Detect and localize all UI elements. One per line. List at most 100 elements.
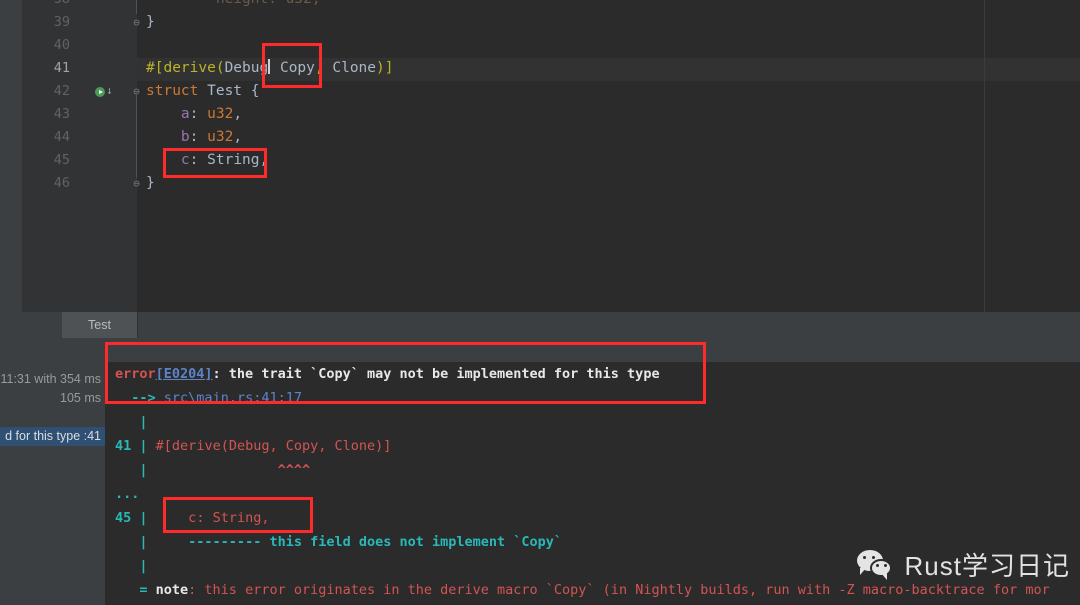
code-token: , bbox=[314, 60, 324, 76]
console-line: | --------- this field does not implemen… bbox=[115, 530, 562, 554]
code-token: } bbox=[146, 175, 155, 191]
console-line: ... bbox=[115, 482, 139, 506]
console-token: ... bbox=[115, 486, 140, 502]
line-number: 42 bbox=[53, 83, 70, 99]
code-line[interactable]: #[derive(Debug Copy, Clone)] bbox=[146, 57, 393, 80]
console-token bbox=[115, 462, 139, 478]
console-token: 45 bbox=[115, 510, 132, 526]
console-token: | bbox=[139, 534, 148, 550]
watermark-label: Rust学习日记 bbox=[904, 551, 1070, 581]
build-tree-item-selected[interactable]: d for this type :41 bbox=[0, 427, 105, 446]
console-line: | ^^^^ bbox=[115, 458, 310, 482]
watermark: Rust学习日记 bbox=[856, 546, 1070, 583]
code-line[interactable]: b: u32, bbox=[146, 126, 242, 149]
console-token bbox=[115, 414, 139, 430]
console-line: error[E0204]: the trait `Copy` may not b… bbox=[115, 362, 660, 386]
code-line[interactable]: a: u32, bbox=[146, 103, 242, 126]
console-token: --> bbox=[131, 390, 156, 406]
tool-window-tabstrip[interactable]: Test bbox=[0, 312, 1080, 338]
line-number: 45 bbox=[53, 152, 70, 168]
console-token bbox=[156, 390, 164, 406]
code-token: : bbox=[189, 152, 208, 168]
console-token: error bbox=[115, 366, 156, 382]
code-token: } bbox=[146, 14, 155, 30]
console-token: --------- this field does not implement … bbox=[147, 534, 563, 550]
code-token: { bbox=[242, 83, 260, 99]
code-token: , bbox=[259, 152, 269, 168]
line-number: 43 bbox=[53, 106, 70, 122]
line-number: 44 bbox=[53, 129, 70, 145]
code-surface[interactable] bbox=[137, 0, 1080, 312]
ide-screenshot-root: 38 height: u32, 39 ⊖} 40 41 #[derive(Debug Co… bbox=[0, 0, 1080, 605]
code-token: struct bbox=[146, 83, 208, 99]
code-editor-pane[interactable]: 38 height: u32, 39 ⊖} 40 41 #[derive(Debug Co… bbox=[0, 0, 1080, 312]
code-line[interactable]: } bbox=[146, 172, 155, 195]
console-line: | bbox=[115, 554, 148, 578]
console-token: | bbox=[139, 462, 148, 478]
console-token: | bbox=[139, 438, 148, 454]
build-tree-item[interactable]: 105 ms bbox=[0, 389, 105, 408]
code-token: Test bbox=[207, 83, 243, 99]
build-tree-item[interactable]: 11:31 with 354 ms bbox=[0, 370, 105, 389]
run-gutter-icon[interactable] bbox=[95, 87, 105, 97]
code-line[interactable]: struct Test { bbox=[146, 80, 260, 103]
console-token: 41 bbox=[115, 438, 132, 454]
line-number: 38 bbox=[0, 0, 70, 11]
console-token: ^^^^ bbox=[147, 462, 311, 478]
code-line[interactable]: } bbox=[146, 11, 155, 34]
code-token: u32 bbox=[207, 106, 234, 122]
console-token: = bbox=[139, 582, 148, 598]
console-token: note bbox=[147, 582, 189, 598]
wechat-icon bbox=[856, 549, 897, 580]
console-token bbox=[115, 534, 139, 550]
console-line: 45 | c: String, bbox=[115, 506, 269, 530]
code-token: a bbox=[146, 106, 190, 122]
console-token: | bbox=[139, 558, 148, 574]
code-line[interactable]: height: u32, bbox=[146, 0, 321, 11]
line-number: 39 bbox=[53, 14, 70, 30]
console-token: : the trait `Copy` may not be implemente… bbox=[212, 366, 660, 382]
console-token: : this error originates in the derive ma… bbox=[188, 582, 1050, 598]
code-token: , bbox=[233, 129, 243, 145]
code-token: , bbox=[233, 106, 243, 122]
console-token: | bbox=[139, 510, 148, 526]
code-token: Copy bbox=[271, 60, 315, 76]
console-token bbox=[115, 390, 131, 406]
code-token: b bbox=[146, 129, 190, 145]
build-tree-sidebar[interactable]: 11:31 with 354 ms 105 ms d for this type :… bbox=[0, 338, 105, 605]
right-margin-guide bbox=[984, 0, 985, 312]
fold-toggle-icon[interactable]: ⊖ bbox=[131, 11, 142, 34]
line-number: 46 bbox=[53, 175, 70, 191]
code-token: )] bbox=[376, 60, 394, 76]
console-token bbox=[115, 558, 139, 574]
console-line: 41 | #[derive(Debug, Copy, Clone)] bbox=[115, 434, 391, 458]
console-line: --> src\main.rs:41:17 bbox=[115, 386, 302, 410]
tabstrip-right-column bbox=[137, 312, 1080, 338]
code-token: Clone bbox=[323, 60, 377, 76]
code-token: Debug bbox=[224, 60, 269, 76]
code-token: height: u32, bbox=[146, 0, 321, 7]
console-top-bar bbox=[105, 338, 1080, 362]
tabstrip-left-column bbox=[0, 312, 62, 338]
tab-test[interactable]: Test bbox=[62, 312, 137, 338]
code-token: c bbox=[146, 152, 190, 168]
code-token: String bbox=[207, 152, 260, 168]
text-caret bbox=[268, 59, 271, 74]
console-token: #[derive(Debug, Copy, Clone)] bbox=[147, 438, 392, 454]
console-token bbox=[115, 582, 139, 598]
code-token: : bbox=[189, 129, 208, 145]
fold-rail bbox=[136, 0, 137, 14]
console-token: c: String, bbox=[147, 510, 270, 526]
console-token: | bbox=[139, 414, 148, 430]
code-token: #[derive( bbox=[146, 60, 225, 76]
console-line: | bbox=[115, 410, 148, 434]
line-number: 40 bbox=[53, 37, 70, 53]
code-token: u32 bbox=[207, 129, 234, 145]
line-number: 41 bbox=[53, 60, 70, 76]
code-line[interactable]: c: String, bbox=[146, 149, 268, 172]
fold-rail bbox=[136, 92, 137, 178]
implementation-marker-icon[interactable]: ↓ bbox=[106, 85, 113, 97]
source-link[interactable]: src\main.rs:41:17 bbox=[164, 390, 302, 406]
code-token: : bbox=[189, 106, 208, 122]
console-token[interactable]: [E0204] bbox=[156, 366, 213, 382]
